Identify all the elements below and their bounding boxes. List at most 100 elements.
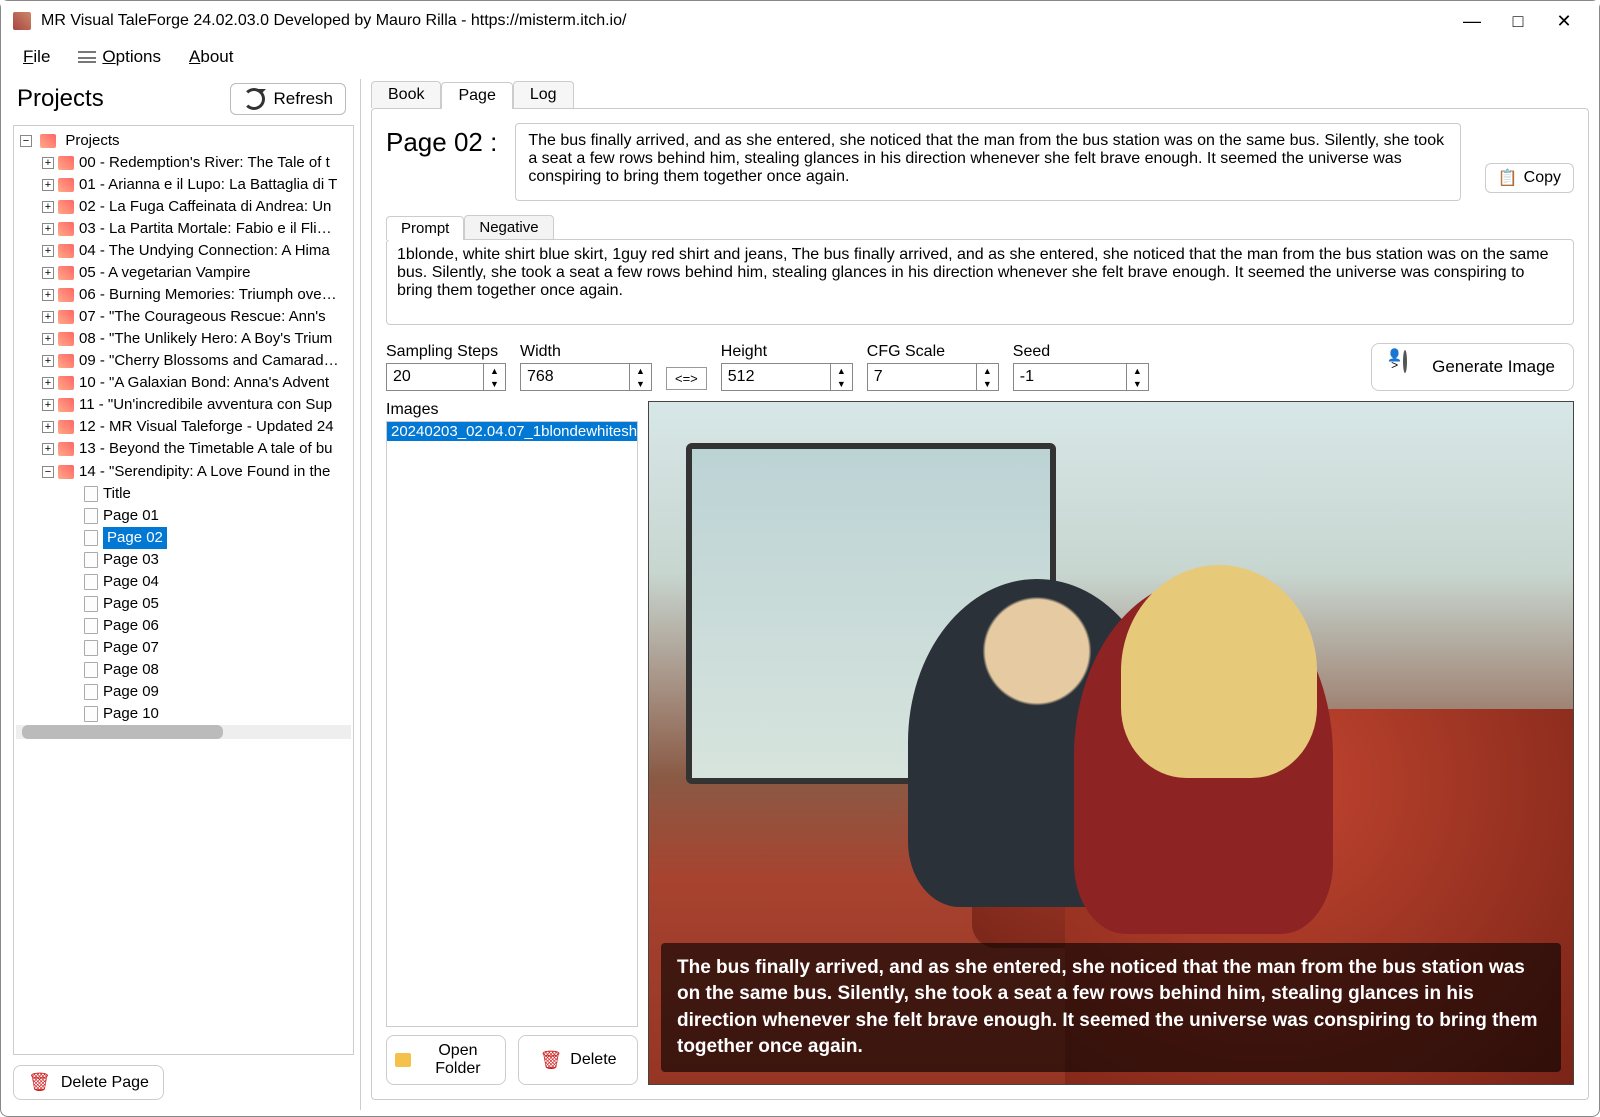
project-item[interactable]: +01 - Arianna e il Lupo: La Battaglia di…	[20, 174, 351, 196]
expander-icon[interactable]: +	[42, 289, 54, 301]
project-item[interactable]: +05 - A vegetarian Vampire	[20, 262, 351, 284]
project-label[interactable]: 02 - La Fuga Caffeinata di Andrea: Un	[79, 196, 331, 218]
project-label[interactable]: 07 - "The Courageous Rescue: Ann's	[79, 306, 326, 328]
page-description[interactable]: The bus finally arrived, and as she ente…	[515, 123, 1460, 201]
project-label[interactable]: 12 - MR Visual Taleforge - Updated 24	[79, 416, 334, 438]
page-item[interactable]: Page 07	[42, 637, 351, 659]
project-label[interactable]: 01 - Arianna e il Lupo: La Battaglia di …	[79, 174, 337, 196]
project-item[interactable]: +03 - La Partita Mortale: Fabio e il Fli…	[20, 218, 351, 240]
project-item[interactable]: +02 - La Fuga Caffeinata di Andrea: Un	[20, 196, 351, 218]
page-label[interactable]: Title	[103, 483, 131, 505]
prompt-text[interactable]: 1blonde, white shirt blue skirt, 1guy re…	[386, 239, 1574, 325]
expander-icon[interactable]: +	[42, 333, 54, 345]
page-label[interactable]: Page 03	[103, 549, 159, 571]
step-up[interactable]: ▲	[484, 364, 505, 377]
delete-page-button[interactable]: 🗑 Delete Page	[13, 1065, 164, 1100]
tab-book[interactable]: Book	[371, 81, 441, 108]
close-button[interactable]: ✕	[1541, 5, 1587, 37]
expander-icon[interactable]: +	[42, 311, 54, 323]
minimize-button[interactable]: ―	[1449, 5, 1495, 37]
expander-icon[interactable]: +	[42, 443, 54, 455]
project-item[interactable]: +12 - MR Visual Taleforge - Updated 24	[20, 416, 351, 438]
page-item[interactable]: Page 05	[42, 593, 351, 615]
expander-icon[interactable]: +	[42, 223, 54, 235]
project-label[interactable]: 03 - La Partita Mortale: Fabio e il Flip…	[79, 218, 339, 240]
page-label[interactable]: Page 01	[103, 505, 159, 527]
project-label[interactable]: 10 - "A Galaxian Bond: Anna's Advent	[79, 372, 329, 394]
menu-about[interactable]: About	[189, 47, 233, 67]
seed-input[interactable]: ▲▼	[1013, 363, 1149, 391]
project-label[interactable]: 06 - Burning Memories: Triumph over D	[79, 284, 339, 306]
project-item[interactable]: +09 - "Cherry Blossoms and Camaraderi	[20, 350, 351, 372]
page-item[interactable]: Page 10	[42, 703, 351, 725]
project-label[interactable]: 00 - Redemption's River: The Tale of t	[79, 152, 330, 174]
copy-button[interactable]: 📋 Copy	[1485, 163, 1574, 193]
page-label[interactable]: Page 02	[103, 527, 167, 549]
project-label[interactable]: 11 - "Un'incredibile avventura con Sup	[79, 394, 332, 416]
expander-icon[interactable]: +	[42, 245, 54, 257]
subtab-prompt[interactable]: Prompt	[386, 216, 464, 240]
tree-scrollbar[interactable]	[16, 725, 351, 739]
image-list-item[interactable]: 20240203_02.04.07_1blondewhitesh	[387, 422, 637, 441]
page-item[interactable]: Page 02	[42, 527, 351, 549]
delete-image-button[interactable]: 🗑 Delete	[518, 1035, 638, 1085]
expander-icon[interactable]: +	[42, 157, 54, 169]
tab-page[interactable]: Page	[441, 82, 512, 109]
page-item[interactable]: Page 09	[42, 681, 351, 703]
project-label[interactable]: 13 - Beyond the Timetable A tale of bu	[79, 438, 333, 460]
swap-wh-button[interactable]: <=>	[666, 367, 707, 390]
expander-icon[interactable]: +	[42, 201, 54, 213]
expander-icon[interactable]: +	[42, 267, 54, 279]
project-tree[interactable]: − Projects +00 - Redemption's River: The…	[13, 125, 354, 1055]
open-folder-button[interactable]: Open Folder	[386, 1035, 506, 1085]
page-label[interactable]: Page 08	[103, 659, 159, 681]
project-label[interactable]: 04 - The Undying Connection: A Hima	[79, 240, 330, 262]
page-item[interactable]: Page 08	[42, 659, 351, 681]
page-label[interactable]: Page 07	[103, 637, 159, 659]
width-input[interactable]: ▲▼	[520, 363, 652, 391]
expander-icon[interactable]: +	[42, 421, 54, 433]
page-label[interactable]: Page 10	[103, 703, 159, 725]
project-item[interactable]: +07 - "The Courageous Rescue: Ann's	[20, 306, 351, 328]
maximize-button[interactable]: □	[1495, 5, 1541, 37]
tree-root[interactable]: Projects	[65, 130, 119, 152]
expander-icon[interactable]: +	[42, 377, 54, 389]
refresh-button[interactable]: Refresh	[230, 83, 346, 115]
project-item[interactable]: − 14 - "Serendipity: A Love Found in theT…	[20, 460, 351, 724]
page-item[interactable]: Page 06	[42, 615, 351, 637]
tab-log[interactable]: Log	[513, 81, 574, 108]
project-label[interactable]: 08 - "The Unlikely Hero: A Boy's Trium	[79, 328, 332, 350]
expander-icon[interactable]: +	[42, 355, 54, 367]
project-item[interactable]: +08 - "The Unlikely Hero: A Boy's Trium	[20, 328, 351, 350]
expander-icon[interactable]: +	[42, 399, 54, 411]
images-list[interactable]: 20240203_02.04.07_1blondewhitesh	[386, 421, 638, 1027]
project-item[interactable]: +06 - Burning Memories: Triumph over D	[20, 284, 351, 306]
expander-icon[interactable]: −	[42, 466, 54, 478]
menu-file[interactable]: File	[23, 47, 50, 67]
project-item[interactable]: +00 - Redemption's River: The Tale of t	[20, 152, 351, 174]
project-item[interactable]: +11 - "Un'incredibile avventura con Sup	[20, 394, 351, 416]
project-label[interactable]: 05 - A vegetarian Vampire	[79, 262, 251, 284]
page-label[interactable]: Page 05	[103, 593, 159, 615]
project-label[interactable]: 09 - "Cherry Blossoms and Camaraderi	[79, 350, 339, 372]
page-label[interactable]: Page 09	[103, 681, 159, 703]
project-item[interactable]: +04 - The Undying Connection: A Hima	[20, 240, 351, 262]
height-input[interactable]: ▲▼	[721, 363, 853, 391]
steps-input[interactable]: ▲▼	[386, 363, 506, 391]
expander-icon[interactable]: +	[42, 179, 54, 191]
project-item[interactable]: +10 - "A Galaxian Bond: Anna's Advent	[20, 372, 351, 394]
page-label[interactable]: Page 04	[103, 571, 159, 593]
page-label[interactable]: Page 06	[103, 615, 159, 637]
menu-options[interactable]: Options	[78, 47, 161, 67]
page-item[interactable]: Page 01	[42, 505, 351, 527]
project-item[interactable]: +13 - Beyond the Timetable A tale of bu	[20, 438, 351, 460]
subtab-negative[interactable]: Negative	[464, 215, 553, 239]
project-label[interactable]: 14 - "Serendipity: A Love Found in the	[79, 461, 330, 483]
cfg-input[interactable]: ▲▼	[867, 363, 999, 391]
expander-icon[interactable]: −	[20, 135, 32, 147]
page-item[interactable]: Page 04	[42, 571, 351, 593]
page-item[interactable]: Title	[42, 483, 351, 505]
page-item[interactable]: Page 03	[42, 549, 351, 571]
step-down[interactable]: ▼	[484, 377, 505, 390]
generate-button[interactable]: Generate Image	[1371, 343, 1574, 391]
